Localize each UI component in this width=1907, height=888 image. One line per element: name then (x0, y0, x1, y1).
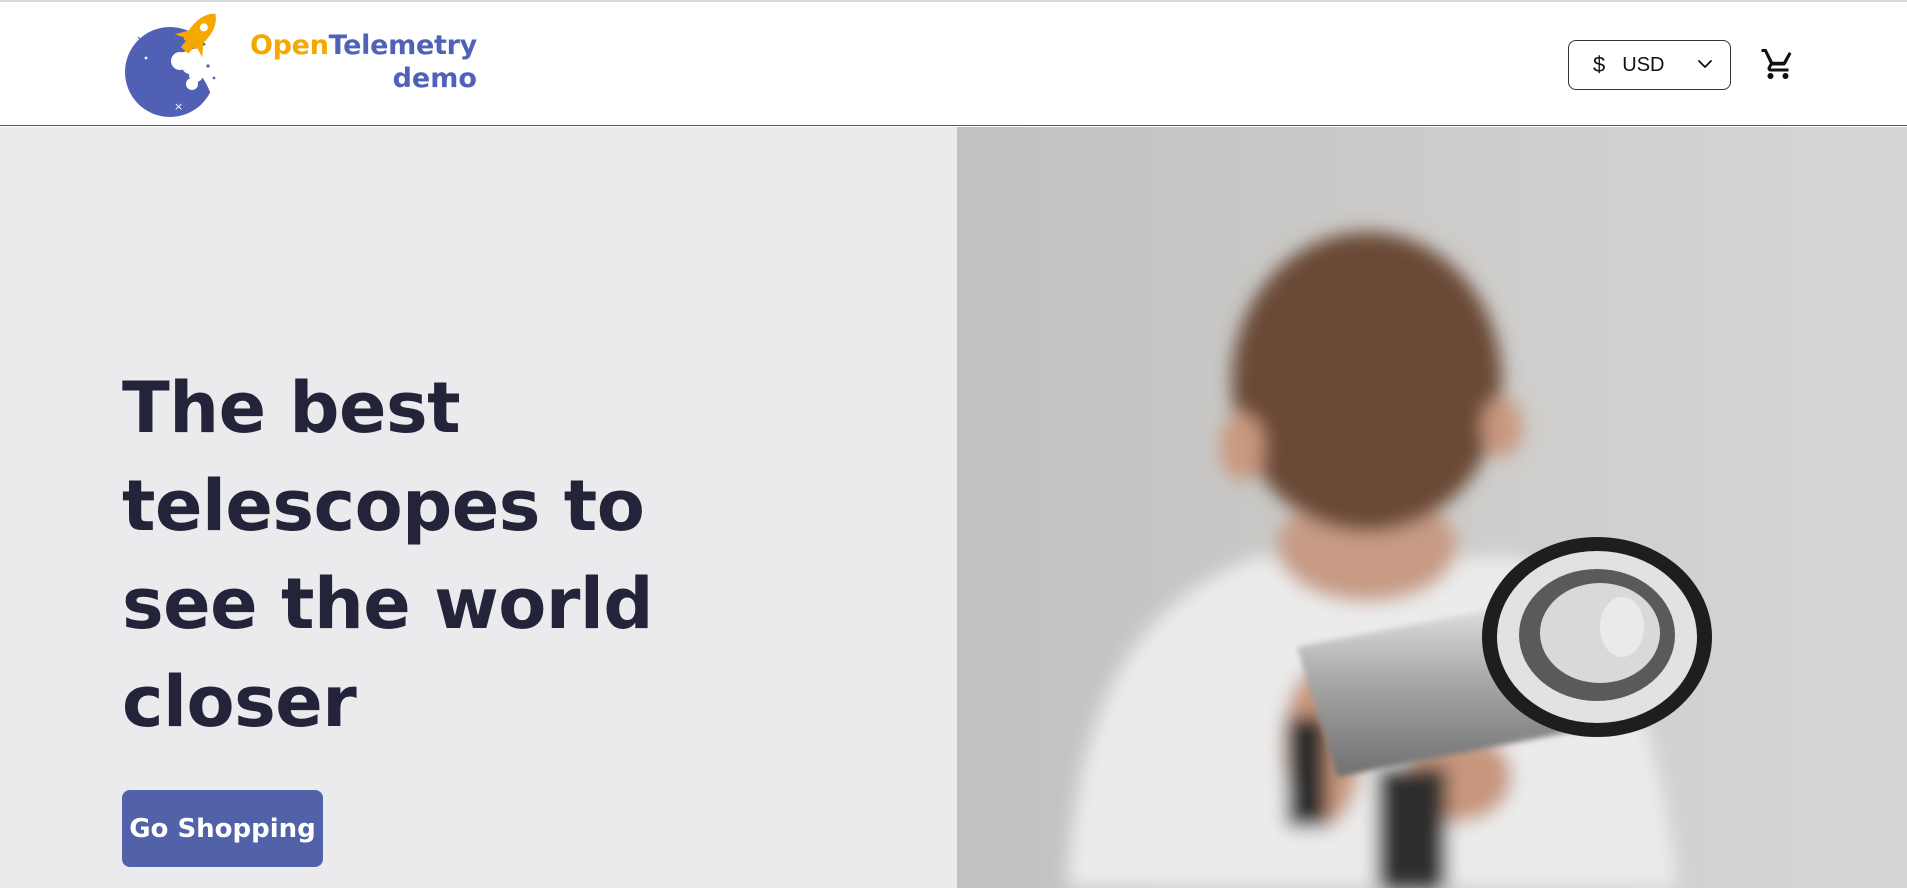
site-logo[interactable]: × × OpenTelemetry demo (122, 6, 482, 118)
cart-icon[interactable] (1760, 46, 1796, 82)
hero-title: The best telescopes to see the world clo… (122, 367, 654, 743)
currency-selector[interactable]: $ USD (1568, 40, 1731, 90)
chevron-down-icon (1698, 60, 1712, 68)
logo-word-demo: demo (392, 63, 477, 94)
logo-wordmark: OpenTelemetry demo (250, 32, 477, 92)
hero-image (957, 127, 1907, 888)
svg-text:×: × (174, 100, 183, 113)
logo-word-open: Open (250, 30, 329, 61)
currency-code: USD (1622, 53, 1665, 76)
child-with-telescope-photo (957, 127, 1907, 888)
site-header: × × OpenTelemetry demo $ USD (0, 2, 1907, 126)
svg-text:×: × (136, 33, 146, 47)
go-shopping-button[interactable]: Go Shopping (122, 790, 323, 867)
hero-text-panel: The best telescopes to see the world clo… (0, 127, 957, 888)
currency-symbol: $ (1593, 52, 1606, 77)
rocket-logo-icon: × × (125, 6, 234, 117)
logo-word-telemetry: Telemetry (328, 30, 478, 61)
